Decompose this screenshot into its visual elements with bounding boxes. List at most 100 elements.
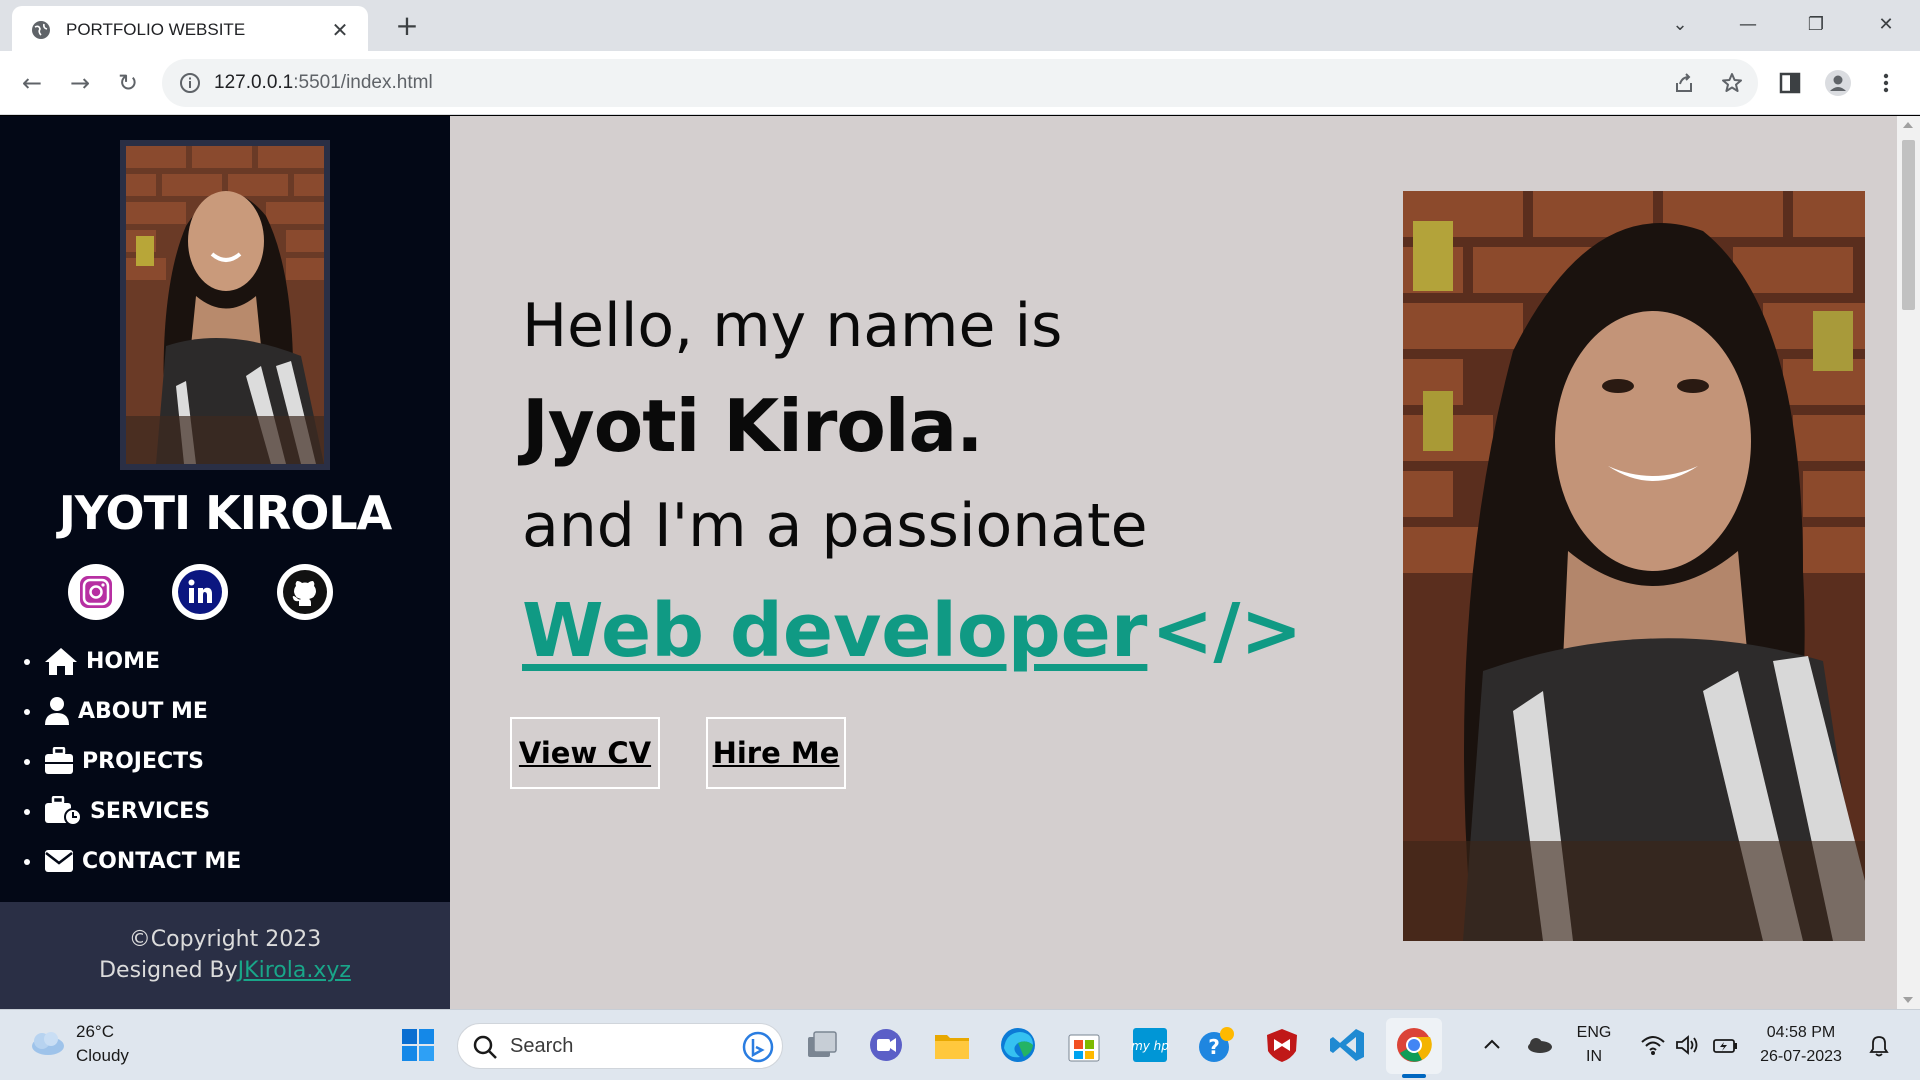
task-view-icon[interactable] bbox=[800, 1023, 844, 1067]
nav-label-projects: PROJECTS bbox=[82, 748, 204, 774]
reload-button[interactable]: ↻ bbox=[112, 67, 144, 99]
edge-browser-icon[interactable] bbox=[996, 1023, 1040, 1067]
profile-photo-image bbox=[126, 146, 324, 464]
site-info-icon[interactable] bbox=[178, 71, 202, 95]
share-icon[interactable] bbox=[1672, 71, 1696, 95]
close-window-button[interactable]: ✕ bbox=[1870, 10, 1902, 40]
wifi-icon[interactable] bbox=[1640, 1034, 1666, 1056]
nav-item-about: ABOUT ME bbox=[24, 686, 241, 736]
address-bar[interactable]: 127.0.0.1:5501/index.html bbox=[162, 59, 1758, 107]
menu-kebab-icon[interactable] bbox=[1872, 69, 1900, 97]
nav-link-home[interactable]: HOME bbox=[44, 646, 160, 676]
page-scrollbar[interactable] bbox=[1897, 116, 1920, 1009]
scroll-down-arrow-icon[interactable] bbox=[1903, 997, 1913, 1003]
browser-tab[interactable]: PORTFOLIO WEBSITE ✕ bbox=[12, 6, 368, 51]
nav-link-contact[interactable]: CONTACT ME bbox=[44, 849, 241, 874]
tab-search-icon[interactable]: ⌄ bbox=[1664, 10, 1696, 40]
svg-text:?: ? bbox=[1208, 1035, 1220, 1059]
nav-item-contact: CONTACT ME bbox=[24, 836, 241, 886]
footer-designed-by: Designed By bbox=[99, 958, 238, 983]
restore-button[interactable]: ❐ bbox=[1800, 10, 1832, 40]
language-indicator-top[interactable]: ENG bbox=[1576, 1024, 1612, 1042]
instagram-icon bbox=[80, 576, 112, 608]
hero-role-link[interactable]: Web developer bbox=[522, 576, 1147, 686]
battery-charging-icon[interactable] bbox=[1710, 1034, 1738, 1056]
nav-link-services[interactable]: SERVICES bbox=[44, 796, 210, 826]
nav-link-about[interactable]: ABOUT ME bbox=[44, 696, 208, 726]
url-path: :5501/index.html bbox=[293, 72, 433, 93]
footer-copyright: ©Copyright 2023 bbox=[128, 927, 322, 952]
minimize-button[interactable]: — bbox=[1732, 10, 1764, 40]
new-tab-button[interactable]: + bbox=[392, 12, 422, 42]
browser-toolbar: ← → ↻ 127.0.0.1:5501/index.html bbox=[0, 51, 1920, 115]
file-explorer-icon[interactable] bbox=[930, 1023, 974, 1067]
chrome-icon[interactable] bbox=[1392, 1023, 1436, 1067]
hero-name: Jyoti Kirola. bbox=[522, 384, 983, 468]
hero-profile-photo bbox=[1403, 191, 1865, 941]
mcafee-icon[interactable] bbox=[1260, 1023, 1304, 1067]
bookmark-star-icon[interactable] bbox=[1720, 71, 1744, 95]
clock-time[interactable]: 04:58 PM bbox=[1756, 1024, 1846, 1042]
sidebar-nav: HOME ABOUT ME PROJECTS SERVICES CONTACT … bbox=[24, 636, 241, 886]
view-cv-button[interactable]: View CV bbox=[510, 717, 660, 789]
forward-button[interactable]: → bbox=[64, 67, 96, 99]
footer-credit: Designed ByJKirola.xyz bbox=[0, 955, 450, 986]
nav-item-projects: PROJECTS bbox=[24, 736, 241, 786]
nav-label-services: SERVICES bbox=[90, 798, 211, 824]
onedrive-cloud-icon[interactable] bbox=[1524, 1034, 1554, 1054]
get-help-icon[interactable]: ? bbox=[1194, 1023, 1238, 1067]
instagram-link[interactable] bbox=[68, 564, 124, 620]
taskbar-search[interactable]: Search bbox=[457, 1023, 783, 1069]
language-indicator-bottom[interactable]: IN bbox=[1576, 1048, 1612, 1066]
cloudy-weather-icon[interactable] bbox=[26, 1028, 66, 1058]
microsoft-store-icon[interactable] bbox=[1062, 1023, 1106, 1067]
hire-me-button[interactable]: Hire Me bbox=[706, 717, 846, 789]
hero-section: Hello, my name is Jyoti Kirola. and I'm … bbox=[522, 276, 1302, 686]
nav-label-contact: CONTACT ME bbox=[82, 848, 242, 874]
sidebar-name: JYOTI KIROLA bbox=[58, 486, 393, 540]
teams-chat-icon[interactable] bbox=[864, 1023, 908, 1067]
clock-date[interactable]: 26-07-2023 bbox=[1756, 1048, 1846, 1066]
search-placeholder: Search bbox=[510, 1035, 574, 1057]
business-time-icon bbox=[45, 796, 82, 826]
web-page: JYOTI KIROLA HOME ABOUT ME PROJECTS SERV… bbox=[0, 116, 1920, 1009]
github-icon bbox=[283, 570, 327, 614]
weather-temperature[interactable]: 26°C bbox=[76, 1022, 114, 1042]
svg-text:my hp: my hp bbox=[1131, 1039, 1169, 1053]
taskbar: 26°C Cloudy Search my hp ? ENG IN 04:58 … bbox=[0, 1009, 1920, 1080]
hero-role: Web developer </> bbox=[522, 576, 1302, 686]
hero-photo-image bbox=[1403, 191, 1865, 941]
envelope-icon bbox=[45, 850, 73, 872]
side-panel-icon[interactable] bbox=[1776, 69, 1804, 97]
bing-icon[interactable] bbox=[742, 1031, 774, 1063]
user-icon bbox=[45, 697, 69, 725]
vscode-icon[interactable] bbox=[1326, 1023, 1370, 1067]
url-text[interactable]: 127.0.0.1:5501/index.html bbox=[214, 72, 433, 94]
scroll-up-arrow-icon[interactable] bbox=[1903, 122, 1913, 128]
nav-link-projects[interactable]: PROJECTS bbox=[44, 747, 204, 775]
linkedin-link[interactable] bbox=[172, 564, 228, 620]
profile-avatar-icon[interactable] bbox=[1824, 69, 1852, 97]
home-icon bbox=[45, 648, 77, 675]
footer-link[interactable]: JKirola.xyz bbox=[238, 958, 351, 983]
windows-start-icon[interactable] bbox=[396, 1023, 440, 1067]
tab-strip: PORTFOLIO WEBSITE ✕ + ⌄ — ❐ ✕ bbox=[0, 0, 1920, 51]
volume-icon[interactable] bbox=[1674, 1034, 1700, 1056]
nav-label-home: HOME bbox=[86, 648, 161, 674]
globe-icon bbox=[32, 21, 50, 39]
linkedin-icon bbox=[178, 570, 222, 614]
github-link[interactable] bbox=[277, 564, 333, 620]
scroll-thumb[interactable] bbox=[1902, 140, 1915, 310]
chevron-up-icon[interactable] bbox=[1482, 1036, 1502, 1052]
url-host: 127.0.0.1 bbox=[214, 72, 294, 93]
hero-greeting: Hello, my name is bbox=[522, 291, 1063, 361]
tab-title: PORTFOLIO WEBSITE bbox=[66, 20, 246, 39]
hero-tagline: and I'm a passionate bbox=[522, 491, 1148, 561]
close-tab-icon[interactable]: ✕ bbox=[328, 18, 352, 42]
back-button[interactable]: ← bbox=[16, 67, 48, 99]
weather-description[interactable]: Cloudy bbox=[76, 1046, 129, 1066]
sidebar-footer: ©Copyright 2023 Designed ByJKirola.xyz bbox=[0, 902, 450, 1009]
nav-item-home: HOME bbox=[24, 636, 241, 686]
notification-bell-icon[interactable] bbox=[1866, 1034, 1892, 1058]
myhp-icon[interactable]: my hp bbox=[1128, 1023, 1172, 1067]
